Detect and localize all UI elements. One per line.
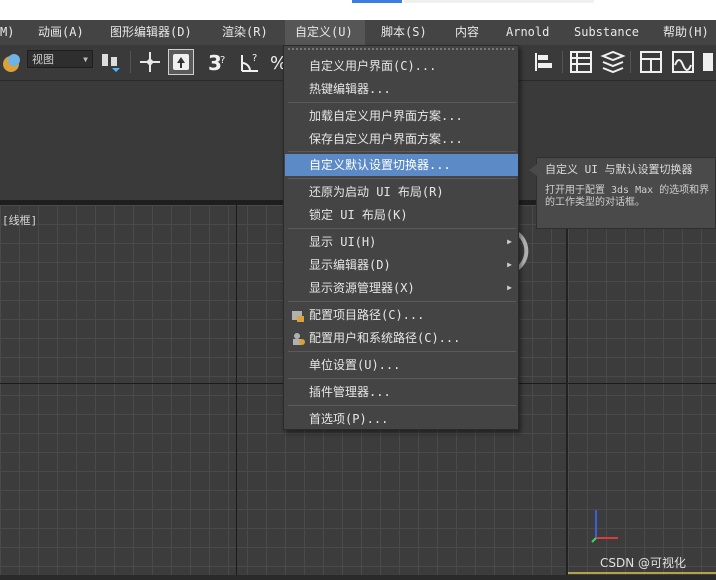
menu-item-defaults-switcher[interactable]: 自定义默认设置切换器... <box>285 154 518 176</box>
menu-item-preferences[interactable]: 首选项(P)... <box>285 408 518 430</box>
menu-item-hotkey-editor[interactable]: 热键编辑器... <box>285 78 518 100</box>
menu-item-label: 插件管理器... <box>309 385 391 399</box>
menu-substance[interactable]: Substance <box>574 20 639 45</box>
align-icon[interactable] <box>532 49 558 75</box>
toolbar-divider <box>562 51 563 73</box>
menu-item-load-ui-scheme[interactable]: 加载自定义用户界面方案... <box>285 105 518 127</box>
active-viewport-border <box>568 572 716 574</box>
svg-text:?: ? <box>252 53 257 64</box>
ribbon-toggle-icon[interactable] <box>638 49 664 75</box>
menu-customize[interactable]: 自定义(U) <box>285 20 365 45</box>
menu-item-label: 显示资源管理器(X) <box>309 281 415 295</box>
menu-item-label: 自定义默认设置切换器... <box>309 158 451 172</box>
menu-item-show-ui[interactable]: 显示 UI(H) ▶ <box>285 231 518 253</box>
tab-indicator <box>404 0 594 3</box>
menu-item-label: 显示 UI(H) <box>309 235 377 249</box>
axis-gizmo-icon <box>590 505 630 545</box>
menu-modifiers[interactable]: M) <box>0 20 14 45</box>
submenu-arrow-icon: ▶ <box>507 237 512 246</box>
chevron-down-icon: ▼ <box>83 55 88 64</box>
menu-separator <box>288 351 516 352</box>
grid-axis-horizontal <box>568 383 716 384</box>
grid-axis-vertical <box>236 205 237 575</box>
menu-item-units-setup[interactable]: 单位设置(U)... <box>285 354 518 376</box>
menu-animation[interactable]: 动画(A) <box>38 20 84 45</box>
menu-separator <box>288 228 516 229</box>
toolbar-divider <box>630 51 631 73</box>
schematic-view-icon[interactable] <box>700 49 716 75</box>
layer-explorer-icon[interactable] <box>600 49 626 75</box>
tear-off-handle[interactable] <box>288 48 514 50</box>
menu-item-label: 首选项(P)... <box>309 412 389 426</box>
curve-editor-icon[interactable] <box>670 49 696 75</box>
menu-item-label: 还原为启动 UI 布局(R) <box>309 185 444 199</box>
submenu-arrow-icon: ▶ <box>507 260 512 269</box>
menu-separator <box>288 178 516 179</box>
toolbar-divider <box>130 51 131 73</box>
user-path-icon <box>291 331 305 345</box>
menu-item-show-editors[interactable]: 显示编辑器(D) ▶ <box>285 254 518 276</box>
menu-item-label: 锁定 UI 布局(K) <box>309 208 408 222</box>
menu-item-label: 显示编辑器(D) <box>309 258 391 272</box>
folder-path-icon <box>291 308 305 322</box>
select-manipulate-icon[interactable] <box>137 49 163 75</box>
menu-item-save-ui-scheme[interactable]: 保存自定义用户界面方案... <box>285 128 518 150</box>
tooltip-title: 自定义 UI 与默认设置切换器 <box>545 163 693 176</box>
bottom-bar <box>0 575 716 580</box>
menu-help[interactable]: 帮助(H) <box>663 20 709 45</box>
menu-item-label: 配置用户和系统路径(C)... <box>309 331 461 345</box>
customize-menu: 自定义用户界面(C)... 热键编辑器... 加载自定义用户界面方案... 保存… <box>283 45 519 430</box>
menu-item-project-paths[interactable]: 配置项目路径(C)... <box>285 304 518 326</box>
menu-item-label: 配置项目路径(C)... <box>309 308 425 322</box>
menu-separator <box>288 301 516 302</box>
menu-item-show-explorers[interactable]: 显示资源管理器(X) ▶ <box>285 277 518 299</box>
keyboard-shortcut-override-icon[interactable] <box>168 49 194 75</box>
submenu-arrow-icon: ▶ <box>507 283 512 292</box>
menu-scripting[interactable]: 脚本(S) <box>381 20 427 45</box>
svg-text:?: ? <box>220 55 225 66</box>
angle-snap-icon[interactable]: ? <box>238 49 264 75</box>
menu-item-label: 自定义用户界面(C)... <box>309 59 437 73</box>
viewport-label[interactable]: [线框] <box>2 212 37 228</box>
pivot-icon[interactable] <box>98 49 124 75</box>
menu-separator <box>288 151 516 152</box>
link-icon[interactable] <box>0 49 26 75</box>
top-strip <box>0 0 716 20</box>
menu-arnold[interactable]: Arnold <box>506 20 549 45</box>
menu-item-user-system-paths[interactable]: 配置用户和系统路径(C)... <box>285 327 518 349</box>
menu-item-revert-startup-layout[interactable]: 还原为启动 UI 布局(R) <box>285 181 518 203</box>
menu-item-customize-ui[interactable]: 自定义用户界面(C)... <box>285 55 518 77</box>
menu-rendering[interactable]: 渲染(R) <box>222 20 268 45</box>
menu-separator <box>288 102 516 103</box>
tooltip-arrow <box>529 164 537 176</box>
menu-item-label: 加载自定义用户界面方案... <box>309 109 463 123</box>
menu-graph-editors[interactable]: 图形编辑器(D) <box>110 20 192 45</box>
reference-coordinate-value: 视图 <box>32 53 54 66</box>
menu-item-label: 保存自定义用户界面方案... <box>309 132 463 146</box>
snap-3d-icon[interactable]: 3? <box>206 49 232 75</box>
menu-bar: M) 动画(A) 图形编辑器(D) 渲染(R) 自定义(U) 脚本(S) 内容 … <box>0 20 716 45</box>
tooltip-description-line: 的工作类型的对话框。 <box>545 197 645 208</box>
menu-item-label: 热键编辑器... <box>309 82 391 96</box>
menu-tooltip: 自定义 UI 与默认设置切换器 打开用于配置 3ds Max 的选项和界 的工作… <box>529 157 716 229</box>
menu-content[interactable]: 内容 <box>455 20 479 45</box>
active-tab-indicator <box>352 0 402 3</box>
scene-explorer-icon[interactable] <box>568 49 594 75</box>
menu-item-plugin-manager[interactable]: 插件管理器... <box>285 381 518 403</box>
menu-separator <box>288 378 516 379</box>
menu-separator <box>288 405 516 406</box>
menu-item-lock-ui-layout[interactable]: 锁定 UI 布局(K) <box>285 204 518 226</box>
menu-item-label: 单位设置(U)... <box>309 358 401 372</box>
watermark: CSDN @可视化 <box>600 556 687 570</box>
viewcube-icon[interactable] <box>515 225 545 275</box>
reference-coordinate-select[interactable]: 视图 ▼ <box>27 50 93 68</box>
